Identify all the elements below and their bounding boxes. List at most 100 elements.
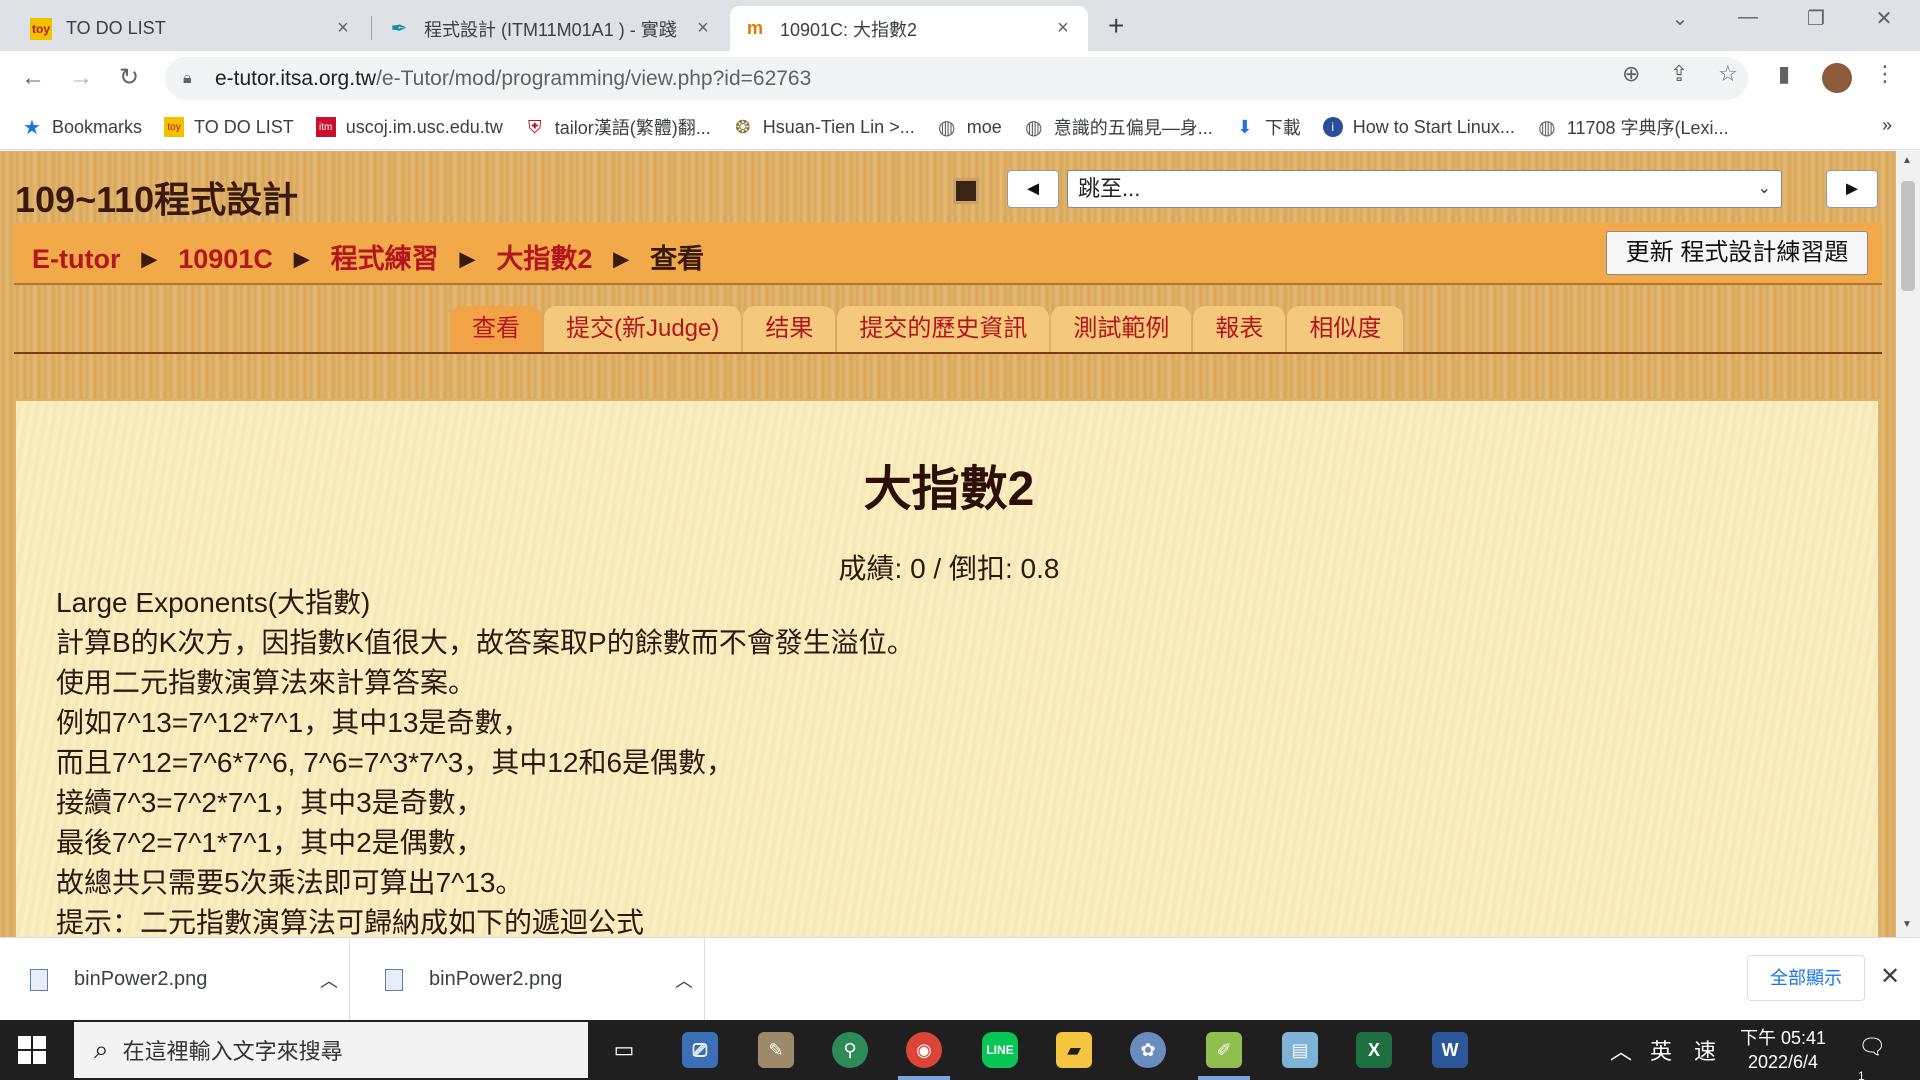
excel-icon[interactable]: X (1356, 1032, 1392, 1068)
bookmark-item[interactable]: i How to Start Linux... (1322, 117, 1515, 138)
scrollbar-thumb[interactable] (1901, 181, 1915, 291)
notes-app-icon[interactable]: ▤ (1282, 1032, 1318, 1068)
tray-chevron-up-icon[interactable]: ︿ (1610, 1034, 1632, 1066)
problem-panel: 大指數2 成績: 0 / 倒扣: 0.8 Large Exponents(大指數… (14, 399, 1880, 937)
ime-language-indicator[interactable]: 英 (1650, 1034, 1672, 1066)
seal-icon: ❂ (735, 116, 751, 137)
bookmark-item[interactable]: ★ Bookmarks (22, 117, 142, 139)
forward-icon[interactable]: → (64, 61, 98, 95)
close-icon[interactable]: × (692, 17, 714, 40)
restore-icon[interactable]: ❐ (1796, 6, 1836, 31)
tab-title: TO DO LIST (66, 18, 166, 38)
moodle-icon: m (746, 18, 763, 38)
line-app-icon[interactable]: LINE (982, 1032, 1018, 1068)
close-icon[interactable]: × (332, 17, 354, 40)
bookmark-item[interactable]: toy TO DO LIST (164, 117, 294, 138)
minimize-icon[interactable]: — (1728, 6, 1768, 29)
bookmark-label: 下載 (1264, 118, 1301, 138)
lock-icon: 🔒︎ (183, 69, 192, 87)
breadcrumb-link-course[interactable]: 10901C (178, 244, 273, 274)
system-clock[interactable]: 下午 05:41 2022/6/4 (1740, 1026, 1826, 1074)
browser-tab-active[interactable]: m 10901C: 大指數2 × (730, 6, 1088, 51)
bookmark-item[interactable]: ◍ moe (937, 116, 1002, 139)
chevron-up-icon[interactable]: ︿ (309, 967, 349, 993)
task-view-icon[interactable]: ▭ (606, 1032, 642, 1068)
side-panel-icon[interactable]: ▮ (1778, 61, 1790, 87)
download-item[interactable]: binPower2.png ︿ (355, 938, 705, 1021)
maps-app-icon[interactable]: ⚲ (832, 1032, 868, 1068)
jump-to-select[interactable]: 跳至... ⌄ (1067, 170, 1782, 208)
remote-desktop-icon[interactable]: ⎚ (682, 1032, 718, 1068)
tab-search-icon[interactable]: ⌄ (1660, 6, 1700, 31)
page-scrollbar[interactable]: ▲ ▼ (1896, 151, 1920, 937)
show-all-button[interactable]: 全部顯示 (1747, 955, 1865, 1001)
jump-next-button[interactable]: ► (1826, 170, 1878, 208)
bookmark-item[interactable]: ◍ 11708 字典序(Lexi... (1537, 114, 1728, 140)
download-bar: binPower2.png ︿ binPower2.png ︿ 全部顯示 ✕ (0, 937, 1920, 1021)
tab-similarity[interactable]: 相似度 (1287, 306, 1404, 352)
url-path: /e-Tutor/mod/programming/view.php?id=627… (376, 66, 812, 90)
info-icon: i (1322, 117, 1343, 137)
scroll-up-icon[interactable]: ▲ (1902, 155, 1912, 166)
notepad-app-icon[interactable]: ✐ (1206, 1032, 1242, 1068)
bookmark-star-icon[interactable]: ☆ (1718, 61, 1738, 87)
scroll-app-icon[interactable]: ✎ (758, 1032, 794, 1068)
new-tab-button[interactable]: + (1108, 10, 1124, 42)
avatar[interactable] (1822, 63, 1852, 93)
breadcrumb-link-etutor[interactable]: E-tutor (32, 244, 120, 274)
image-file-icon (30, 968, 48, 991)
chrome-icon[interactable]: ◉ (906, 1032, 942, 1068)
breadcrumb-link-problem[interactable]: 大指數2 (496, 244, 592, 274)
feather-icon: ✒ (390, 18, 408, 40)
notification-center-icon[interactable]: 🗨︎1 (1858, 1034, 1888, 1080)
breadcrumb-separator: ► (607, 244, 635, 274)
paint-app-icon[interactable]: ✿ (1130, 1032, 1166, 1068)
ime-mode-indicator[interactable]: 速 (1694, 1034, 1716, 1066)
bookmark-item[interactable]: ⬇ 下載 (1235, 114, 1301, 140)
tab-title: 程式設計 (ITM11M01A1 ) - 實踐 (424, 19, 677, 40)
tab-testcases[interactable]: 測試範例 (1051, 306, 1192, 352)
jump-prev-button[interactable]: ◄ (1007, 170, 1059, 208)
taskbar-search[interactable]: ⌕ 在這裡輸入文字來搜尋 (74, 1022, 588, 1078)
menu-icon[interactable]: ⋮ (1874, 61, 1896, 87)
download-filename: binPower2.png (74, 968, 208, 990)
clock-date: 2022/6/4 (1747, 1052, 1819, 1072)
zoom-icon[interactable]: ⊕ (1622, 61, 1640, 87)
reload-icon[interactable]: ↻ (112, 61, 146, 95)
globe-icon: ◍ (937, 116, 956, 139)
tab-separator (371, 16, 372, 40)
download-item[interactable]: binPower2.png ︿ (0, 938, 350, 1021)
browser-tab-course[interactable]: ✒ 程式設計 (ITM11M01A1 ) - 實踐 × (374, 6, 728, 51)
address-bar[interactable]: 🔒︎ e-tutor.itsa.org.tw/e-Tutor/mod/progr… (165, 57, 1748, 100)
share-icon[interactable]: ⇪ (1670, 61, 1688, 87)
search-placeholder: 在這裡輸入文字來搜尋 (122, 1039, 343, 1064)
bookmark-item[interactable]: ❂ Hsuan-Tien Lin >... (733, 116, 914, 138)
browser-tab-todo[interactable]: toy TO DO LIST × (16, 6, 368, 51)
update-exercise-button[interactable]: 更新 程式設計練習題 (1606, 231, 1868, 275)
scroll-down-icon[interactable]: ▼ (1902, 919, 1912, 930)
word-icon[interactable]: W (1432, 1032, 1468, 1068)
close-icon[interactable]: × (1052, 17, 1074, 40)
tab-history[interactable]: 提交的歷史資訊 (837, 306, 1050, 352)
bookmarks-overflow-icon[interactable]: » (1882, 115, 1892, 136)
tab-view[interactable]: 查看 (450, 306, 542, 352)
window-close-icon[interactable]: ✕ (1864, 6, 1904, 31)
windows-start-icon[interactable] (18, 1036, 46, 1064)
breadcrumb-link-practice[interactable]: 程式練習 (331, 244, 439, 274)
bookmark-label: tailor漢語(繁體)翻... (554, 118, 711, 138)
description-line: 例如7^13=7^12*7^1，其中13是奇數， (56, 707, 531, 738)
tab-results[interactable]: 结果 (743, 306, 836, 352)
docs-icon[interactable] (953, 178, 979, 204)
tab-submit[interactable]: 提交(新Judge) (544, 306, 742, 352)
bookmark-item[interactable]: ◍ 意識的五偏見—身... (1024, 114, 1213, 140)
tab-reports[interactable]: 報表 (1193, 306, 1286, 352)
back-icon[interactable]: ← (16, 61, 50, 95)
bookmark-item[interactable]: itm uscoj.im.usc.edu.tw (315, 117, 503, 138)
file-explorer-icon[interactable]: ▰ (1056, 1032, 1092, 1068)
chevron-up-icon[interactable]: ︿ (664, 967, 704, 993)
page-tabs: 查看 提交(新Judge) 结果 提交的歷史資訊 測試範例 報表 相似度 (450, 306, 1405, 352)
bookmark-item[interactable]: ⛨ tailor漢語(繁體)翻... (525, 114, 711, 140)
close-icon[interactable]: ✕ (1880, 962, 1900, 991)
active-app-indicator (898, 1076, 950, 1080)
taskbar: ⌕ 在這裡輸入文字來搜尋 ▭ ⎚ ✎ ⚲ ◉ LINE ▰ ✿ ✐ ▤ X W … (0, 1020, 1920, 1080)
